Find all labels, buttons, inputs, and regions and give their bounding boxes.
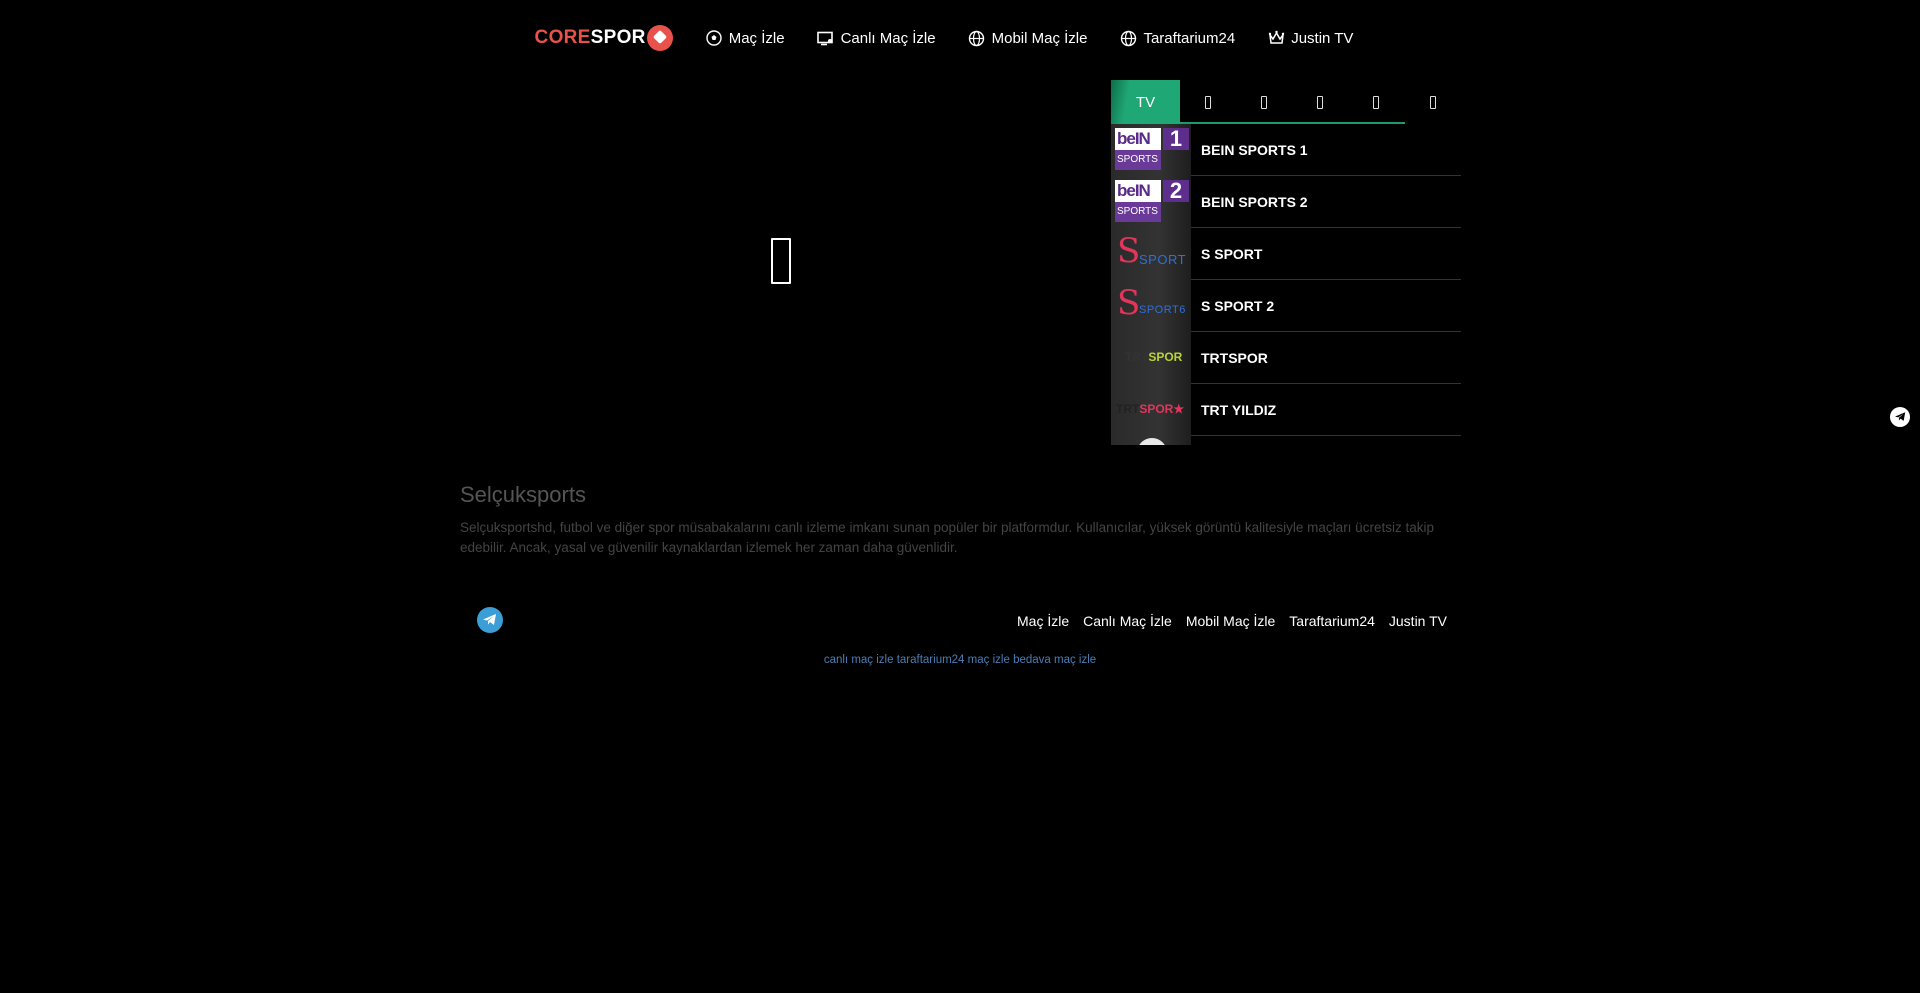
missing-glyph-icon (1373, 95, 1379, 109)
channel-name: BEIN SPORTS 1 (1201, 141, 1308, 158)
tab-2[interactable] (1180, 80, 1236, 124)
tab-3[interactable] (1236, 80, 1292, 124)
footer-link-mac-izle[interactable]: Maç İzle (1017, 613, 1069, 629)
keyword-link[interactable]: maç izle (968, 654, 1010, 666)
channel-item[interactable]: S SPORT S SPORT (1111, 227, 1461, 280)
footer-link-canli-mac-izle[interactable]: Canlı Maç İzle (1083, 613, 1172, 629)
channel-item-partial[interactable] (1111, 435, 1461, 445)
channel-tabs: TV (1111, 80, 1405, 124)
channel-item[interactable]: TRTSPOR★ TRT YILDIZ (1111, 383, 1461, 436)
channel-name: BEIN SPORTS 2 (1201, 193, 1308, 210)
footer-nav: Maç İzle Canlı Maç İzle Mobil Maç İzle T… (1003, 613, 1447, 629)
nav-mac-izle[interactable]: Maç İzle (705, 29, 785, 47)
nav-mobil-mac-izle[interactable]: Mobil Maç İzle (968, 29, 1087, 47)
main-nav: Maç İzle Canlı Maç İzle Mobil Maç İzle T… (705, 29, 1386, 47)
channel-panel: TV beIN 1 SPORTS BEIN SPORTS 1 beIN 2 SPORTS… (1111, 80, 1461, 445)
channel-item[interactable]: beIN 2 SPORTS BEIN SPORTS 2 (1111, 175, 1461, 228)
live-screen-icon (817, 29, 835, 47)
channel-logo: S SPORT (1111, 227, 1191, 280)
site-logo[interactable]: CORE SPOR (535, 25, 673, 51)
keyword-link[interactable]: taraftarium24 (897, 654, 965, 666)
nav-canli-mac-izle[interactable]: Canlı Maç İzle (817, 29, 936, 47)
channel-item[interactable]: S SPORT6 S SPORT 2 (1111, 279, 1461, 332)
keyword-link[interactable]: bedava maç izle (1013, 654, 1096, 666)
footer-link-mobil-mac-izle[interactable]: Mobil Maç İzle (1186, 613, 1275, 629)
channel-name: S SPORT (1201, 245, 1263, 262)
about-title: Selçuksports (460, 482, 586, 507)
missing-glyph-icon (771, 238, 791, 284)
nav-taraftarium24[interactable]: Taraftarium24 (1119, 29, 1235, 47)
about-text: Selçuksportshd, futbol ve diğer spor müs… (460, 520, 1434, 555)
channel-logo (1111, 435, 1191, 445)
missing-glyph-icon (1430, 95, 1436, 109)
footer-keyword-links: canlı maç izle taraftarium24 maç izle be… (0, 654, 1920, 666)
channel-name: TRTSPOR (1201, 349, 1268, 366)
missing-glyph-icon (1205, 95, 1211, 109)
missing-glyph-icon (1261, 95, 1267, 109)
footer-link-taraftarium24[interactable]: Taraftarium24 (1289, 613, 1375, 629)
missing-glyph-icon (1317, 95, 1323, 109)
crown-icon (1267, 29, 1285, 47)
soccer-ball-icon (646, 25, 673, 51)
channel-name: S SPORT 2 (1201, 297, 1275, 314)
channel-logo: TRTSPOR★ (1111, 383, 1191, 436)
keyword-link[interactable]: canlı maç izle (824, 654, 894, 666)
channel-logo: S SPORT6 (1111, 279, 1191, 332)
site-header: CORE SPOR Maç İzle Canlı Maç İzle Mobil M… (0, 0, 1920, 76)
channel-name: TRT YILDIZ (1201, 401, 1277, 418)
telegram-icon[interactable] (1890, 407, 1910, 427)
tab-4[interactable] (1292, 80, 1348, 124)
soccer-ball-icon (705, 29, 723, 47)
channel-logo: beIN 2 SPORTS (1111, 175, 1191, 228)
tab-tv[interactable]: TV (1111, 80, 1180, 124)
globe-icon (1119, 29, 1137, 47)
channel-item[interactable]: beIN 1 SPORTS BEIN SPORTS 1 (1111, 123, 1461, 176)
video-player[interactable] (459, 80, 1110, 444)
channel-logo: beIN 1 SPORTS (1111, 123, 1191, 176)
nav-justin-tv[interactable]: Justin TV (1267, 29, 1353, 47)
channel-item[interactable]: TRTSPOR TRTSPOR (1111, 331, 1461, 384)
channel-logo: TRTSPOR (1111, 331, 1191, 384)
tab-5[interactable] (1348, 80, 1404, 124)
tab-6[interactable] (1405, 80, 1461, 124)
about-section: Selçuksports Selçuksportshd, futbol ve d… (460, 482, 1460, 558)
telegram-icon[interactable] (477, 607, 503, 633)
footer-link-justin-tv[interactable]: Justin TV (1389, 613, 1447, 629)
globe-icon (968, 29, 986, 47)
